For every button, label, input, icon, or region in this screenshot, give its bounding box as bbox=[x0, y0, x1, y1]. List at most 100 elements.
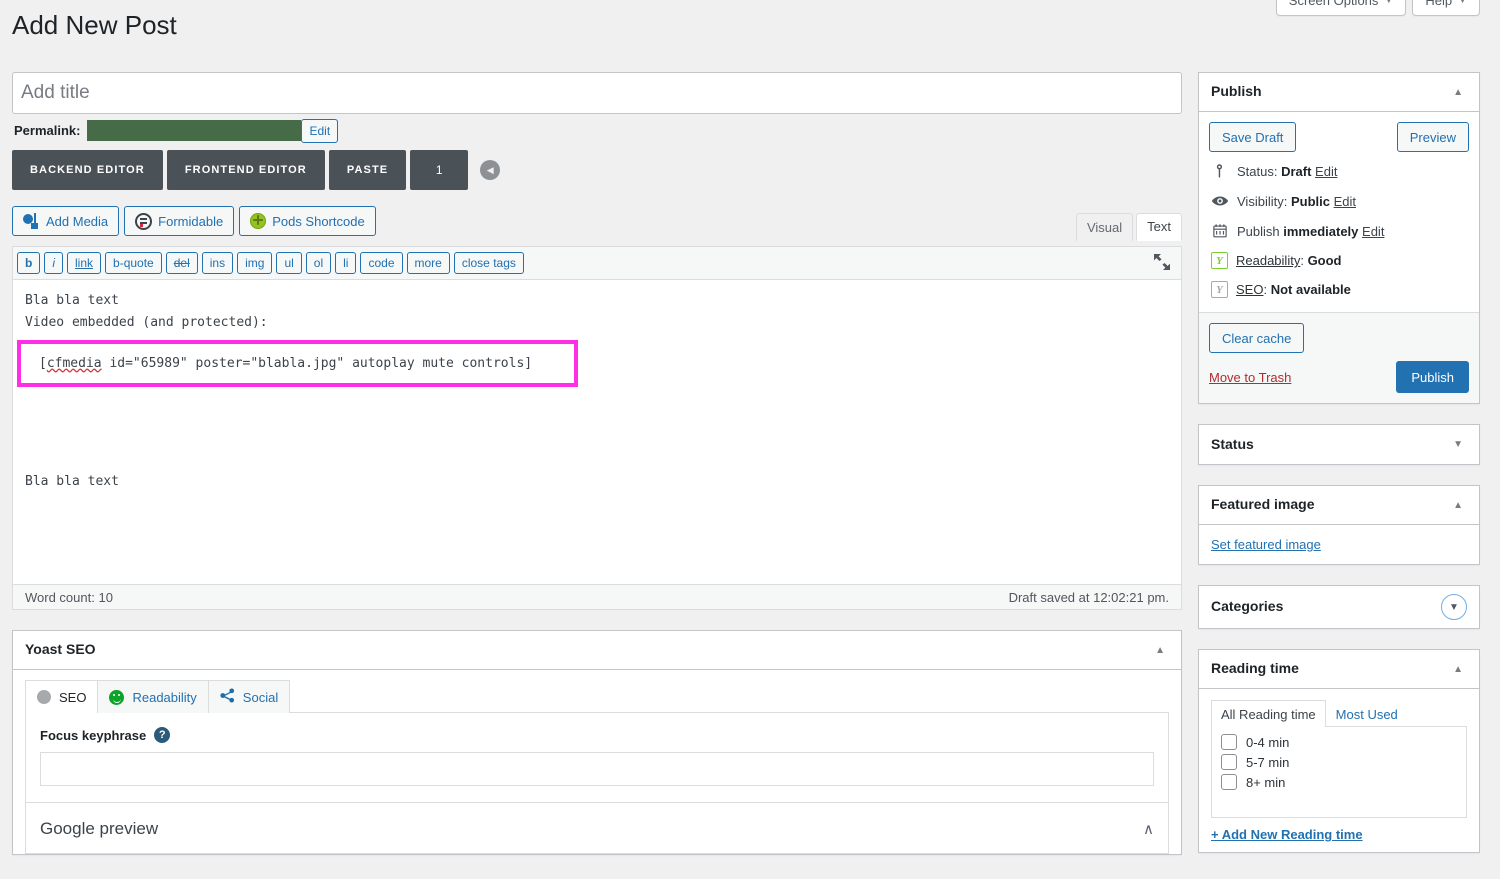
quicktag-b[interactable]: b bbox=[17, 252, 41, 274]
list-item[interactable]: 0-4 min bbox=[1221, 734, 1457, 750]
readability-smiley-icon bbox=[109, 689, 125, 705]
featured-image-collapse-toggle[interactable]: ▲ bbox=[1449, 496, 1467, 515]
yoast-seo-header: Yoast SEO ▲ bbox=[13, 631, 1181, 670]
reading-time-label-0[interactable]: 0-4 min bbox=[1246, 735, 1289, 750]
save-draft-button[interactable]: Save Draft bbox=[1209, 122, 1297, 152]
clear-cache-button[interactable]: Clear cache bbox=[1209, 323, 1305, 353]
help-icon[interactable]: ? bbox=[154, 727, 171, 743]
quicktag-img[interactable]: img bbox=[237, 252, 273, 274]
backend-editor-button[interactable]: BACKEND EDITOR bbox=[12, 150, 163, 190]
wpbakery-editor-switcher: BACKEND EDITOR FRONTEND EDITOR PASTE 1 ◀ bbox=[12, 150, 1182, 190]
collapse-left-icon[interactable]: ◀ bbox=[480, 160, 501, 180]
yoast-collapse-toggle[interactable]: ▲ bbox=[1151, 641, 1169, 660]
tab-social[interactable]: Social bbox=[207, 680, 291, 713]
add-media-button[interactable]: Add Media bbox=[12, 206, 120, 236]
tab-all-reading-time[interactable]: All Reading time bbox=[1211, 700, 1326, 727]
yoast-seo-title: Yoast SEO bbox=[25, 641, 96, 658]
status-header[interactable]: Status ▼ bbox=[1199, 425, 1479, 464]
content-line-2: Video embedded (and protected): bbox=[25, 315, 268, 330]
status-title: Status bbox=[1211, 435, 1254, 452]
major-publishing-actions: Clear cache Move to Trash Publish bbox=[1199, 312, 1479, 403]
tab-social-label: Social bbox=[242, 689, 279, 705]
seo-link[interactable]: SEO bbox=[1236, 282, 1263, 297]
quicktag-ol[interactable]: ol bbox=[305, 252, 332, 274]
add-media-label: Add Media bbox=[46, 213, 109, 229]
editor-mode-tabs: Visual Text bbox=[1073, 204, 1182, 241]
quicktag-li[interactable]: li bbox=[335, 252, 357, 274]
clear-cache-row: Clear cache bbox=[1209, 323, 1469, 353]
publish-metabox: Publish ▲ Save Draft Preview Status: Dra… bbox=[1198, 72, 1480, 404]
focus-keyphrase-input[interactable] bbox=[40, 752, 1154, 786]
tab-seo[interactable]: SEO bbox=[25, 680, 99, 713]
publish-collapse-toggle[interactable]: ▲ bbox=[1449, 83, 1467, 102]
edit-visibility-link[interactable]: Edit bbox=[1334, 194, 1356, 209]
focus-keyphrase-section: Focus keyphrase ? bbox=[26, 713, 1168, 802]
reading-time-label-2[interactable]: 8+ min bbox=[1246, 775, 1285, 790]
screen-options-button[interactable]: Screen Options ▼ bbox=[1275, 0, 1407, 16]
reading-time-checklist: 0-4 min 5-7 min 8+ min bbox=[1211, 726, 1467, 818]
tab-text-editor[interactable]: Text bbox=[1136, 213, 1182, 241]
permalink-masked-value bbox=[87, 120, 302, 141]
chevron-up-icon[interactable]: ∧ bbox=[1143, 820, 1154, 838]
quicktag-more[interactable]: more bbox=[406, 252, 450, 274]
fullscreen-expand-icon[interactable] bbox=[1151, 251, 1173, 273]
quicktag-del[interactable]: del bbox=[165, 252, 198, 274]
edit-permalink-button[interactable]: Edit bbox=[301, 118, 339, 143]
shortcode-attributes: id="65989" poster="blabla.jpg" autoplay … bbox=[101, 355, 533, 371]
formidable-button[interactable]: Formidable bbox=[124, 206, 235, 236]
readability-link[interactable]: Readability bbox=[1236, 253, 1300, 268]
chevron-down-icon: ▼ bbox=[1384, 0, 1394, 5]
reading-time-checkbox-2[interactable] bbox=[1221, 774, 1237, 790]
reading-time-checkbox-0[interactable] bbox=[1221, 734, 1237, 750]
status-metabox: Status ▼ bbox=[1198, 424, 1480, 465]
tab-readability[interactable]: Readability bbox=[97, 680, 209, 713]
google-preview-section[interactable]: Google preview ∧ bbox=[26, 802, 1168, 853]
categories-header[interactable]: Categories ▼ bbox=[1199, 586, 1479, 628]
reading-time-label-1[interactable]: 5-7 min bbox=[1246, 755, 1289, 770]
template-count-button[interactable]: 1 bbox=[410, 150, 469, 190]
frontend-editor-button[interactable]: FRONTEND EDITOR bbox=[166, 150, 325, 190]
list-item[interactable]: 8+ min bbox=[1221, 774, 1457, 790]
quicktag-b-quote[interactable]: b-quote bbox=[105, 252, 162, 274]
publish-header: Publish ▲ bbox=[1199, 73, 1479, 112]
quicktag-i[interactable]: i bbox=[44, 252, 64, 274]
status-collapse-toggle[interactable]: ▼ bbox=[1449, 435, 1467, 454]
quicktag-code[interactable]: code bbox=[360, 252, 403, 274]
readability-score-row: Y Readability: Good bbox=[1209, 246, 1469, 275]
move-to-trash-link[interactable]: Move to Trash bbox=[1209, 370, 1291, 385]
reading-time-checkbox-1[interactable] bbox=[1221, 754, 1237, 770]
main-column: Permalink: Edit BACKEND EDITOR FRONTEND … bbox=[12, 72, 1182, 875]
screen-meta-links: Screen Options ▼ Help ▼ bbox=[1275, 0, 1480, 16]
quicktag-ins[interactable]: ins bbox=[201, 252, 234, 274]
eye-icon bbox=[1211, 192, 1229, 210]
seo-score-dot-icon bbox=[37, 690, 51, 704]
quicktag-close-tags[interactable]: close tags bbox=[453, 252, 524, 274]
pods-icon bbox=[250, 213, 267, 229]
focus-keyphrase-label: Focus keyphrase bbox=[40, 727, 147, 743]
post-schedule-row: Publish immediately Edit bbox=[1209, 216, 1469, 246]
pods-shortcode-button[interactable]: Pods Shortcode bbox=[239, 206, 376, 236]
readability-score-text: Readability: Good bbox=[1236, 253, 1342, 268]
post-title-input[interactable] bbox=[12, 72, 1182, 114]
preview-button[interactable]: Preview bbox=[1396, 122, 1469, 152]
paste-button[interactable]: PASTE bbox=[328, 150, 407, 190]
tab-readability-label: Readability bbox=[132, 689, 197, 705]
help-button[interactable]: Help ▼ bbox=[1412, 0, 1480, 16]
set-featured-image-link[interactable]: Set featured image bbox=[1211, 537, 1321, 552]
post-content-textarea[interactable]: Bla bla text Video embedded (and protect… bbox=[13, 280, 1181, 584]
reading-time-collapse-toggle[interactable]: ▲ bbox=[1449, 660, 1467, 679]
tab-most-used[interactable]: Most Used bbox=[1326, 700, 1408, 727]
edit-status-link[interactable]: Edit bbox=[1315, 164, 1337, 179]
list-item[interactable]: 5-7 min bbox=[1221, 754, 1457, 770]
post-visibility-text: Visibility: Public Edit bbox=[1237, 193, 1356, 209]
tab-visual-editor[interactable]: Visual bbox=[1075, 213, 1134, 241]
edit-schedule-link[interactable]: Edit bbox=[1362, 224, 1384, 239]
media-buttons: Add Media Formidable Pods Shortcode bbox=[12, 204, 1182, 236]
quicktag-ul[interactable]: ul bbox=[276, 252, 302, 274]
categories-collapse-toggle[interactable]: ▼ bbox=[1441, 594, 1467, 620]
google-preview-title: Google preview bbox=[40, 819, 159, 838]
quicktag-link[interactable]: link bbox=[67, 252, 102, 274]
publish-button[interactable]: Publish bbox=[1396, 361, 1469, 393]
editor-tools: Add Media Formidable Pods Shortcode Visu… bbox=[12, 204, 1182, 246]
add-new-reading-time-link[interactable]: + Add New Reading time bbox=[1211, 827, 1363, 842]
